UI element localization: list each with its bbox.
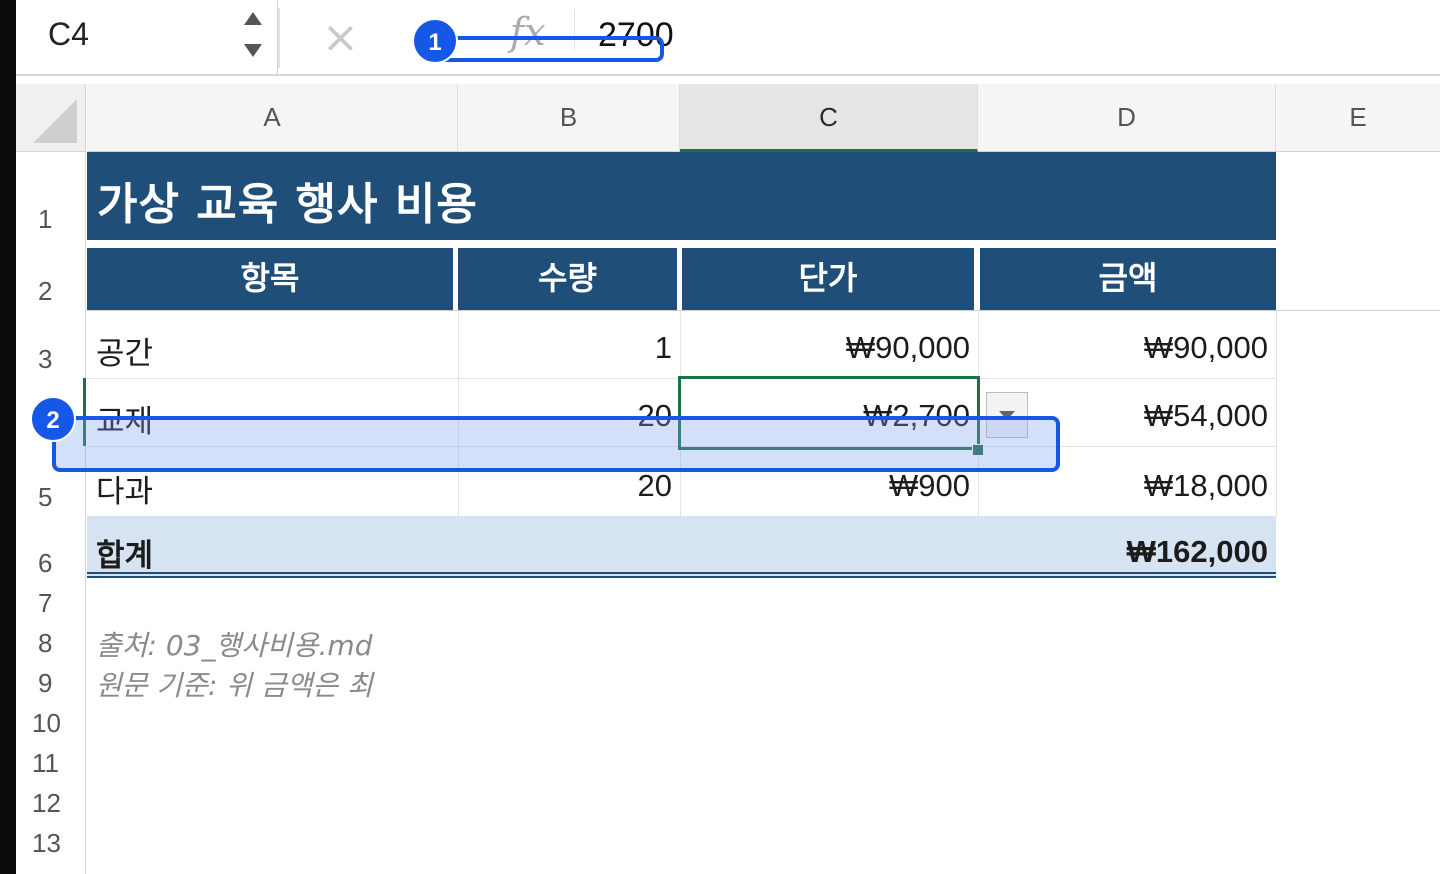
cell-a5[interactable]: 다과 — [96, 466, 153, 511]
header-cell-unit-price[interactable]: 단가 — [682, 248, 974, 310]
cell-b3[interactable]: 1 — [458, 330, 672, 366]
spreadsheet-app: C4 × fx 2700 A B C D E 1 2 3 4 5 6 7 8 9… — [16, 0, 1440, 874]
row-header-10[interactable]: 10 — [16, 704, 86, 744]
sheet-title: 가상 교육 행사 비용 — [97, 179, 478, 230]
row-header-11[interactable]: 11 — [16, 744, 86, 784]
annotation-1-box — [436, 36, 664, 62]
cell-c5[interactable]: ₩900 — [680, 468, 970, 504]
title-cell[interactable]: 가상 교육 행사 비용 — [87, 152, 1276, 240]
name-box-value: C4 — [48, 16, 89, 52]
cell-d6[interactable]: ₩162,000 — [978, 534, 1268, 570]
gridline — [87, 310, 1440, 311]
annotation-2-box — [52, 416, 1060, 472]
row-header-1[interactable]: 1 — [16, 152, 86, 240]
cell-a8-note[interactable]: 출처: 03_행사비용.md — [96, 624, 372, 664]
name-box[interactable]: C4 — [16, 0, 278, 74]
row-header-3[interactable]: 3 — [16, 310, 86, 378]
header-cell-item[interactable]: 항목 — [87, 248, 453, 310]
cell-b5[interactable]: 20 — [458, 468, 672, 504]
formula-bar: C4 × fx 2700 — [16, 0, 1440, 76]
column-header-a[interactable]: A — [87, 84, 458, 152]
annotation-1-badge: 1 — [412, 18, 458, 64]
header-cell-amount[interactable]: 금액 — [980, 248, 1276, 310]
cell-a9-note[interactable]: 원문 기준: 위 금액은 최 — [96, 664, 373, 704]
column-header-d[interactable]: D — [978, 84, 1276, 152]
column-header-e[interactable]: E — [1276, 84, 1440, 152]
select-all-button[interactable] — [16, 84, 86, 152]
cell-c3[interactable]: ₩90,000 — [680, 330, 970, 366]
stepper-up-icon[interactable] — [244, 12, 262, 25]
row-header-7[interactable]: 7 — [16, 584, 86, 624]
row-header-12[interactable]: 12 — [16, 784, 86, 824]
worksheet-grid: A B C D E 1 2 3 4 5 6 7 8 9 10 11 12 13 … — [16, 84, 1440, 874]
name-box-stepper-icon[interactable] — [242, 10, 264, 64]
column-header-b[interactable]: B — [458, 84, 680, 152]
cell-d3[interactable]: ₩90,000 — [978, 330, 1268, 366]
column-header-c[interactable]: C — [680, 84, 978, 152]
cancel-icon[interactable]: × — [322, 12, 359, 63]
cell-a6[interactable]: 합계 — [96, 530, 153, 575]
select-all-icon — [33, 99, 77, 143]
cell-a3[interactable]: 공간 — [96, 328, 153, 373]
row-header-6[interactable]: 6 — [16, 516, 86, 584]
cell-d5[interactable]: ₩18,000 — [978, 468, 1268, 504]
annotation-2-badge: 2 — [30, 396, 76, 442]
formula-bar-divider — [278, 8, 280, 68]
stepper-down-icon[interactable] — [244, 44, 262, 57]
row-header-2[interactable]: 2 — [16, 240, 86, 310]
screen-bezel — [0, 0, 16, 874]
header-cell-qty[interactable]: 수량 — [458, 248, 677, 310]
row-header-8[interactable]: 8 — [16, 624, 86, 664]
row-header-9[interactable]: 9 — [16, 664, 86, 704]
row-header-13[interactable]: 13 — [16, 824, 86, 874]
gridline — [1276, 310, 1277, 516]
